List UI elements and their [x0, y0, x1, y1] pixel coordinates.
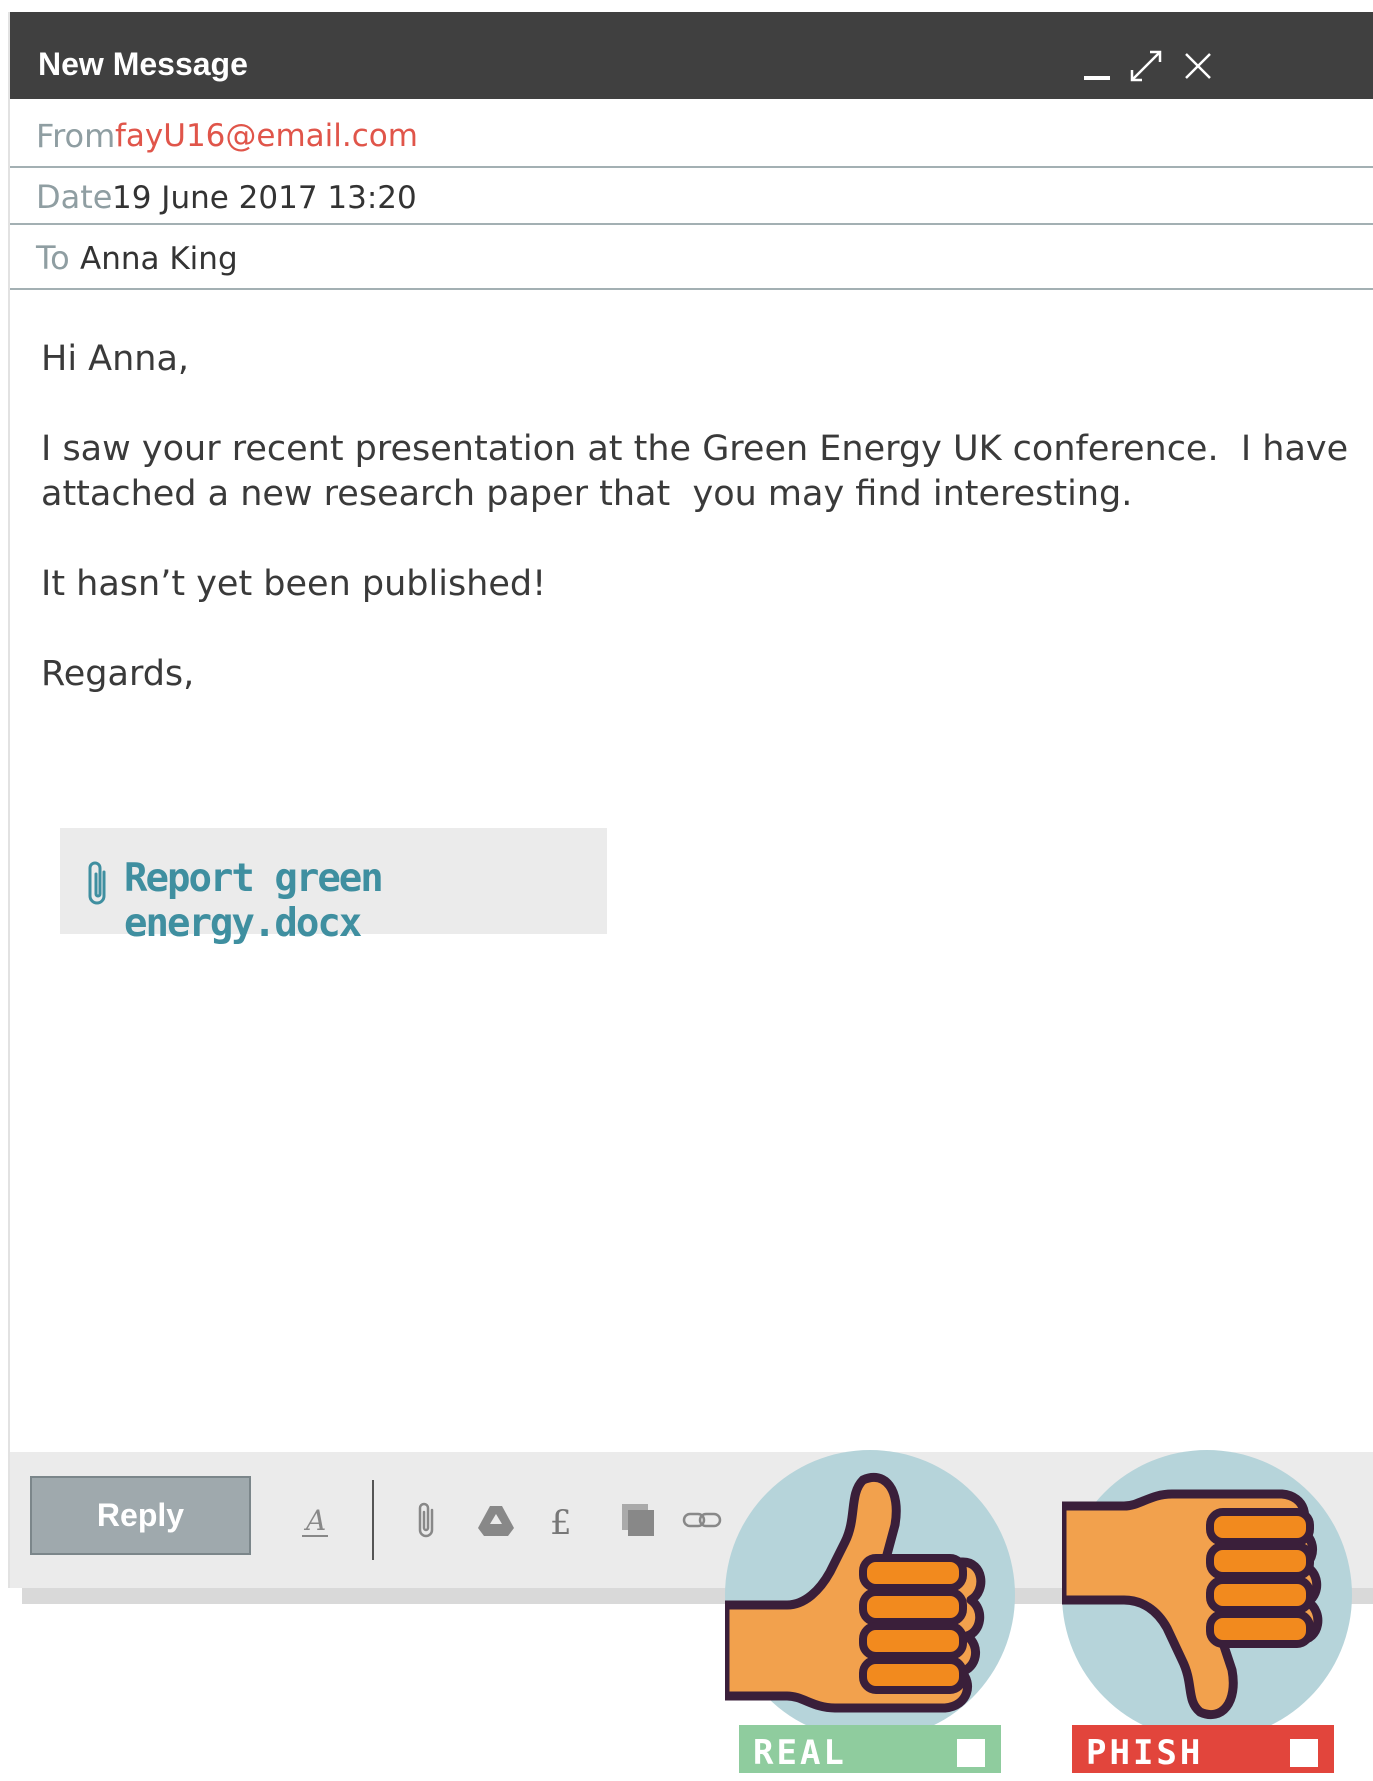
thumbs-down-icon	[1062, 1450, 1352, 1740]
body-line-2: attached a new research paper that you m…	[41, 474, 1133, 514]
to-row: To Anna King	[10, 225, 1373, 290]
link-icon[interactable]	[682, 1500, 722, 1540]
from-label: From	[36, 117, 116, 155]
minimize-icon[interactable]	[1080, 48, 1116, 84]
to-value: Anna King	[80, 241, 238, 277]
attachment-chip[interactable]: Report green energy.docx	[60, 828, 607, 946]
body-line-1: I saw your recent presentation at the Gr…	[41, 429, 1349, 469]
greeting: Hi Anna,	[41, 339, 190, 379]
date-label: Date	[36, 178, 113, 216]
reply-button[interactable]: Reply	[30, 1476, 251, 1555]
attachment-filename[interactable]: Report green energy.docx	[124, 856, 607, 946]
close-icon[interactable]	[1180, 48, 1216, 84]
vote-phish[interactable]: PHISH	[1062, 1450, 1352, 1773]
svg-text:£: £	[550, 1503, 572, 1540]
svg-text:A: A	[303, 1504, 326, 1537]
window-title: New Message	[38, 46, 248, 82]
compose-window: New Message From fayU16@email.com Date 1…	[8, 12, 1373, 1588]
date-row: Date 19 June 2017 13:20	[10, 168, 1373, 225]
real-checkbox[interactable]	[957, 1739, 985, 1767]
thumbs-up-icon	[725, 1450, 1015, 1740]
vote-real[interactable]: REAL	[725, 1450, 1015, 1773]
from-row: From fayU16@email.com	[10, 99, 1373, 168]
pound-icon[interactable]: £	[544, 1500, 584, 1540]
from-address[interactable]: fayU16@email.com	[115, 118, 418, 154]
real-label[interactable]: REAL	[739, 1725, 1001, 1773]
to-label: To	[36, 239, 70, 277]
paperclip-icon[interactable]	[408, 1500, 448, 1540]
phish-label-text: PHISH	[1086, 1733, 1204, 1773]
photo-icon[interactable]	[618, 1500, 658, 1540]
body-paragraph-2: It hasn’t yet been published!	[41, 564, 547, 604]
signoff: Regards,	[41, 654, 195, 694]
toolbar-divider	[372, 1480, 374, 1560]
drive-icon[interactable]	[476, 1500, 516, 1540]
date-value: 19 June 2017 13:20	[112, 180, 417, 216]
expand-icon[interactable]	[1128, 48, 1164, 84]
phish-label[interactable]: PHISH	[1072, 1725, 1334, 1773]
title-bar: New Message	[10, 12, 1373, 99]
phish-checkbox[interactable]	[1290, 1739, 1318, 1767]
real-label-text: REAL	[753, 1733, 847, 1773]
format-text-icon[interactable]: A	[298, 1500, 338, 1540]
paperclip-icon	[88, 861, 106, 905]
